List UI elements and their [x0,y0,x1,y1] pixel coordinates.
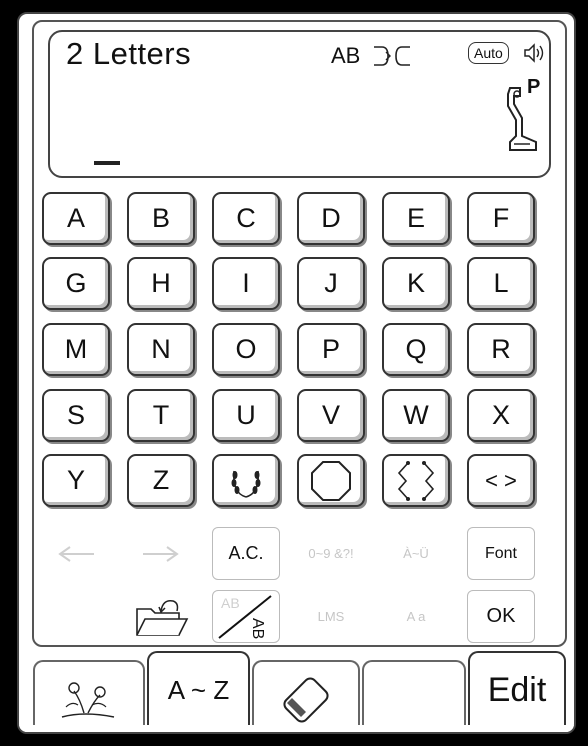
sewing-machine-panel: 2 Letters AB Auto P A B C D E F G H I J … [17,12,576,734]
key-t[interactable]: T [127,389,195,442]
display-area: 2 Letters AB Auto P [48,30,551,178]
laurel-frame-key[interactable] [212,454,280,507]
key-j[interactable]: J [297,257,365,310]
bracket-frame-icon [397,460,435,501]
keyboard-frame: 2 Letters AB Auto P A B C D E F G H I J … [32,20,567,647]
octagon-frame-key[interactable] [297,454,365,507]
key-y[interactable]: Y [42,454,110,507]
right-arrow-icon [143,545,179,562]
key-e[interactable]: E [382,192,450,245]
key-m[interactable]: M [42,323,110,376]
letter-size-button[interactable]: LMS [297,590,365,643]
tab-embroidery[interactable] [33,660,145,732]
page-title: 2 Letters [66,36,192,71]
eraser-icon [283,676,329,723]
right-arrow-button[interactable] [127,527,195,580]
tabs-base [19,725,574,732]
bracket-frame-key[interactable] [382,454,450,507]
key-s[interactable]: S [42,389,110,442]
vertical-text-button[interactable]: AB AB [212,590,280,643]
key-n[interactable]: N [127,323,195,376]
key-p[interactable]: P [297,323,365,376]
key-g[interactable]: G [42,257,110,310]
left-arrow-button[interactable] [42,527,110,580]
presser-foot-icon [507,87,537,151]
tab-eraser[interactable] [252,660,360,732]
key-c[interactable]: C [212,192,280,245]
tab-edit[interactable]: Edit [468,651,566,728]
laurel-frame-icon [231,470,261,498]
key-x[interactable]: X [467,389,535,442]
key-o[interactable]: O [212,323,280,376]
style-indicator: AB [331,43,361,68]
ok-button[interactable]: OK [467,590,535,643]
key-q[interactable]: Q [382,323,450,376]
key-h[interactable]: H [127,257,195,310]
key-v[interactable]: V [297,389,365,442]
svg-text:AB: AB [249,618,266,639]
angle-bracket-frame-key[interactable]: < > [467,454,535,507]
auto-badge: Auto [468,42,509,64]
all-clear-button[interactable]: A.C. [212,527,280,580]
open-folder-button[interactable] [127,590,195,643]
open-folder-icon [136,599,189,636]
spacing-icon [374,46,410,66]
svg-text:AB: AB [221,595,240,611]
text-cursor [94,161,120,165]
key-b[interactable]: B [127,192,195,245]
case-toggle-button[interactable]: A a [382,590,450,643]
key-u[interactable]: U [212,389,280,442]
speaker-icon [524,43,544,63]
numbers-symbols-button[interactable]: 0~9 &?! [297,527,365,580]
key-r[interactable]: R [467,323,535,376]
octagon-frame-icon [311,460,351,501]
key-k[interactable]: K [382,257,450,310]
key-w[interactable]: W [382,389,450,442]
tab-a-to-z[interactable]: A ~ Z [147,651,250,728]
key-a[interactable]: A [42,192,110,245]
key-d[interactable]: D [297,192,365,245]
tab-blank[interactable] [362,660,466,732]
vertical-text-icon: AB AB [218,595,272,639]
key-z[interactable]: Z [127,454,195,507]
embroidery-flower-icon [61,681,115,718]
key-l[interactable]: L [467,257,535,310]
accented-letters-button[interactable]: À~Ü [382,527,450,580]
key-i[interactable]: I [212,257,280,310]
font-button[interactable]: Font [467,527,535,580]
left-arrow-icon [58,545,94,562]
key-f[interactable]: F [467,192,535,245]
